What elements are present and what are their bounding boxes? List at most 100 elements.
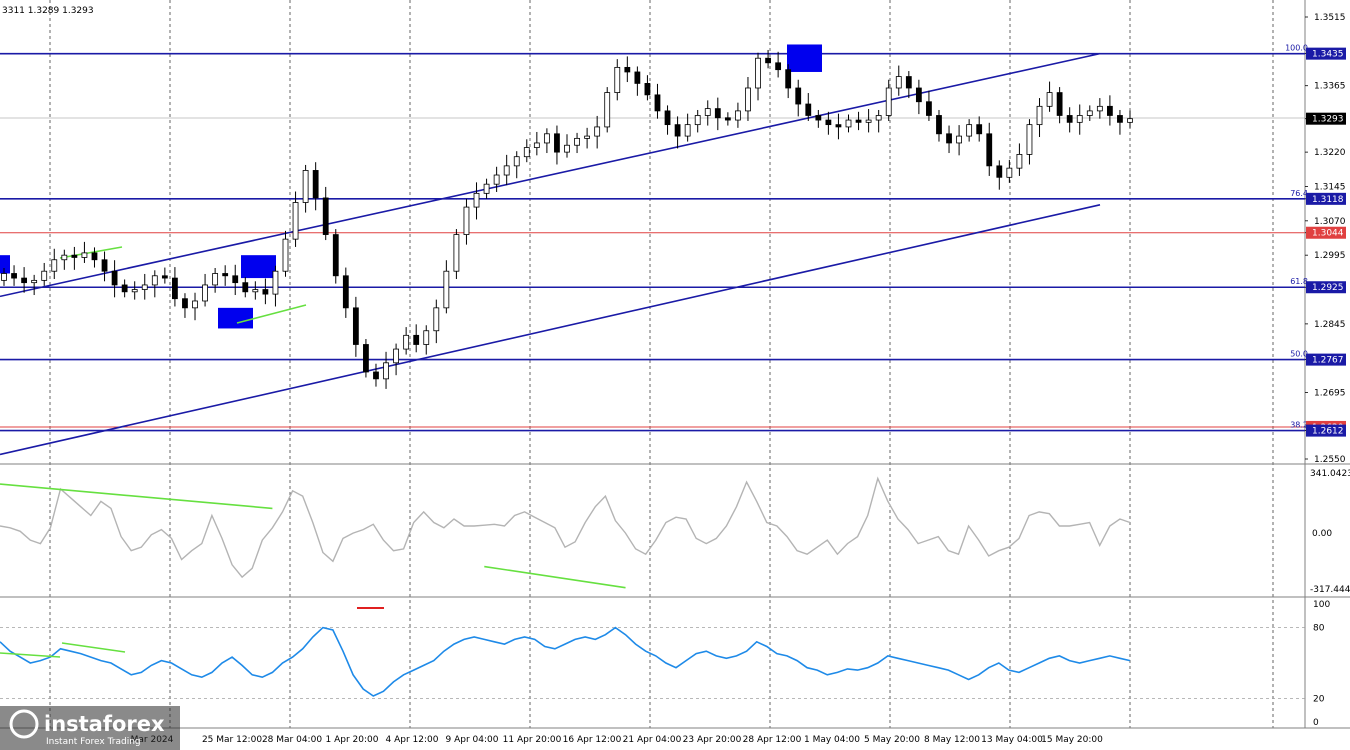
candle-body-28 xyxy=(282,238,289,272)
candle-body-54 xyxy=(543,133,550,144)
candle-body-46 xyxy=(463,206,470,235)
candle-body-90 xyxy=(905,76,912,89)
candle-body-70 xyxy=(704,108,711,116)
candle-body-79 xyxy=(795,87,802,105)
x-label-9: 23 Apr 20:00 xyxy=(683,735,742,745)
candle-body-34 xyxy=(342,275,349,309)
candle-body-96 xyxy=(966,124,973,137)
fib-ratio-3: 50.0 xyxy=(1290,350,1308,359)
x-label-1: 25 Mar 12:00 xyxy=(202,735,262,745)
candle-body-33 xyxy=(332,234,339,277)
candle-body-16 xyxy=(161,275,168,279)
candle-body-65 xyxy=(654,94,661,112)
y-label-12: 1.2767 xyxy=(1312,356,1344,366)
time-axis: Mar 202425 Mar 12:0028 Mar 04:001 Apr 20… xyxy=(131,735,1104,745)
watermark-tagline: Instant Forex Trading xyxy=(46,737,141,747)
candle-body-15 xyxy=(151,275,158,286)
candle-body-59 xyxy=(594,126,601,137)
candle-body-62 xyxy=(624,66,631,73)
candle-body-37 xyxy=(373,371,379,380)
candle-body-43 xyxy=(433,307,440,332)
candle-body-39 xyxy=(393,348,399,364)
candle-body-24 xyxy=(242,282,249,293)
candle-body-20 xyxy=(202,284,208,302)
fib-ratio-2: 61.8 xyxy=(1290,277,1308,286)
stoch-tick-2: 20 xyxy=(1313,694,1325,704)
candle-body-91 xyxy=(915,87,922,103)
candle-body-111 xyxy=(1117,115,1123,123)
x-label-11: 1 May 04:00 xyxy=(804,735,860,745)
ohlc-readout: 3311 1.3289 1.3293 xyxy=(2,6,94,16)
x-label-3: 1 Apr 20:00 xyxy=(326,735,379,745)
price-chart: 100.0 76.4 61.8 50.0 38.2 341.0423 0.00 -317.4… xyxy=(0,0,1350,750)
candle-body-74 xyxy=(745,87,751,112)
candle-body-27 xyxy=(272,270,279,295)
x-label-2: 28 Mar 04:00 xyxy=(262,735,322,745)
y-label-2: 1.3365 xyxy=(1314,82,1346,92)
candle-body-8 xyxy=(81,252,88,258)
candle-body-0 xyxy=(1,273,7,281)
candle-body-1 xyxy=(11,273,17,279)
candle-body-77 xyxy=(775,62,782,71)
x-label-6: 11 Apr 20:00 xyxy=(503,735,562,745)
y-label-16: 1.2550 xyxy=(1314,455,1346,465)
watermark-brand: instaforex xyxy=(44,712,165,736)
candle-body-69 xyxy=(694,115,701,126)
candle-body-50 xyxy=(503,165,510,176)
candle-body-48 xyxy=(483,183,490,194)
candle-body-107 xyxy=(1076,115,1083,123)
x-label-8: 21 Apr 04:00 xyxy=(623,735,682,745)
cci-min-label: -317.444 xyxy=(1310,585,1350,595)
candle-body-22 xyxy=(222,273,229,277)
divergence-box-3 xyxy=(787,44,822,72)
candle-body-68 xyxy=(684,124,691,137)
y-label-8: 1.3044 xyxy=(1312,229,1344,239)
candle-body-7 xyxy=(71,254,78,258)
candle-body-56 xyxy=(564,144,570,153)
y-label-9: 1.2995 xyxy=(1314,251,1346,261)
candle-body-105 xyxy=(1056,92,1063,116)
candle-body-42 xyxy=(423,330,430,345)
x-label-15: 15 May 20:00 xyxy=(1041,735,1103,745)
candle-body-80 xyxy=(805,103,812,116)
candle-body-92 xyxy=(926,101,932,116)
candle-body-2 xyxy=(21,277,28,284)
candle-body-3 xyxy=(31,279,38,284)
candle-body-26 xyxy=(262,289,269,295)
candle-body-47 xyxy=(473,192,480,208)
y-label-7: 1.3070 xyxy=(1314,217,1346,227)
y-label-6: 1.3118 xyxy=(1312,195,1344,205)
y-label-13: 1.2695 xyxy=(1314,389,1346,399)
x-label-7: 16 Apr 12:00 xyxy=(563,735,622,745)
candle-body-58 xyxy=(584,135,591,139)
fib-ratio-0: 100.0 xyxy=(1285,44,1308,53)
y-label-1: 1.3435 xyxy=(1312,50,1344,60)
divergence-box-1 xyxy=(241,255,276,279)
candle-body-49 xyxy=(493,174,500,185)
x-label-5: 9 Apr 04:00 xyxy=(446,735,499,745)
candle-body-108 xyxy=(1086,110,1093,116)
candle-body-87 xyxy=(875,115,882,121)
candle-body-102 xyxy=(1026,124,1033,155)
x-label-14: 13 May 04:00 xyxy=(981,735,1043,745)
candle-body-81 xyxy=(815,115,822,121)
candle-body-55 xyxy=(554,133,560,153)
candle-body-23 xyxy=(232,275,239,284)
candle-body-52 xyxy=(523,147,530,158)
candle-body-99 xyxy=(996,165,1003,178)
candle-body-98 xyxy=(986,133,993,167)
divergence-box-2 xyxy=(218,307,253,329)
candle-body-63 xyxy=(634,71,641,84)
candle-body-4 xyxy=(41,270,48,281)
candle-body-31 xyxy=(312,170,319,199)
divergence-box-0 xyxy=(0,255,10,274)
candle-body-29 xyxy=(292,202,299,240)
stoch-tick-0: 100 xyxy=(1313,600,1330,610)
candle-body-36 xyxy=(363,344,369,373)
candle-body-9 xyxy=(91,252,98,261)
y-label-15: 1.2612 xyxy=(1312,427,1344,437)
stoch-tick-1: 80 xyxy=(1313,624,1325,634)
candle-body-32 xyxy=(322,197,329,235)
candle-body-93 xyxy=(936,115,942,135)
candle-body-25 xyxy=(252,289,259,293)
